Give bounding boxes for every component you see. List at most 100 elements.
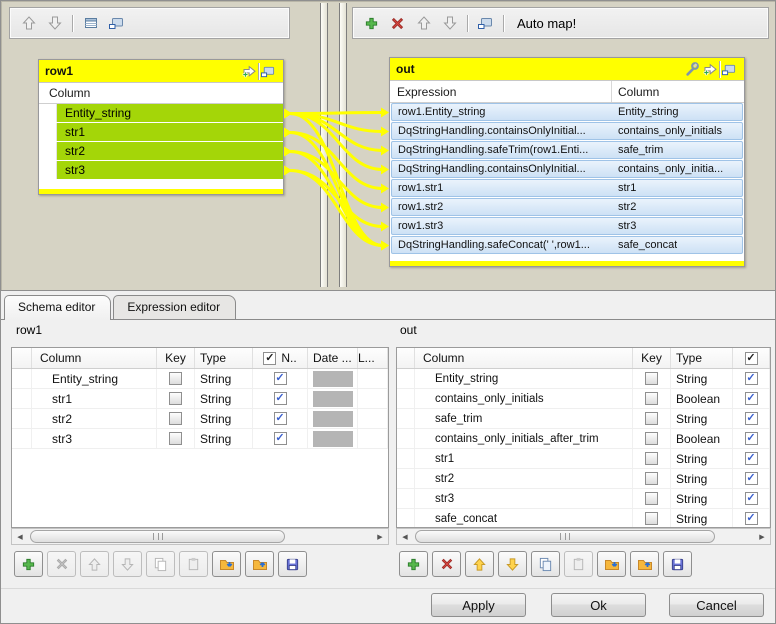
row1-entry-label[interactable]: str3	[57, 161, 283, 179]
expression-cell[interactable]: DqStringHandling.safeConcat(' ',row1...	[392, 239, 611, 251]
schema-row[interactable]: contains_only_initials_after_trim Boolea…	[397, 429, 770, 449]
scroll-right-icon[interactable]: ▶	[754, 529, 770, 544]
column-header[interactable]: Column	[415, 348, 633, 368]
key-header[interactable]: Key	[157, 348, 195, 368]
vertical-splitter[interactable]	[339, 3, 347, 287]
type-cell[interactable]: Boolean	[671, 429, 733, 448]
nullable-checkbox[interactable]	[745, 432, 758, 445]
cancel-button[interactable]: Cancel	[669, 593, 764, 617]
type-header[interactable]: Type	[195, 348, 253, 368]
out-mapping-row[interactable]: DqStringHandling.safeTrim(row1.Enti... s…	[391, 141, 743, 159]
key-checkbox[interactable]	[645, 492, 658, 505]
row1-entry[interactable]: str1	[39, 123, 283, 142]
horizontal-scrollbar[interactable]: ◀ ▶	[11, 528, 389, 545]
row1-entry-label[interactable]: Entity_string	[57, 104, 283, 122]
row1-entry[interactable]: str3	[39, 161, 283, 180]
expression-cell[interactable]: row1.str3	[392, 220, 611, 232]
key-checkbox[interactable]	[645, 452, 658, 465]
schema-row[interactable]: str2 String	[12, 409, 388, 429]
schema-row[interactable]: safe_trim String	[397, 409, 770, 429]
table-view-icon[interactable]	[82, 15, 99, 32]
column-cell[interactable]: str2	[415, 469, 633, 488]
nullable-header[interactable]: N..	[253, 348, 308, 368]
length-header[interactable]: L...	[358, 348, 388, 368]
key-checkbox[interactable]	[645, 432, 658, 445]
schema-row[interactable]: str1 String	[12, 389, 388, 409]
key-checkbox[interactable]	[169, 412, 182, 425]
nullable-checkbox[interactable]	[274, 392, 287, 405]
column-cell[interactable]: safe_concat	[611, 239, 677, 251]
minimize-window-icon[interactable]	[477, 15, 494, 32]
nullable-checkbox[interactable]	[274, 432, 287, 445]
key-header[interactable]: Key	[633, 348, 671, 368]
import-schema-button[interactable]	[245, 551, 274, 577]
ok-button[interactable]: Ok	[551, 593, 646, 617]
column-cell[interactable]: str1	[32, 389, 157, 408]
row1-entry[interactable]: Entity_string	[39, 104, 283, 123]
expression-cell[interactable]: row1.Entity_string	[392, 106, 611, 118]
auto-map-button[interactable]: Auto map!	[513, 14, 580, 33]
row1-entry-label[interactable]: str2	[57, 142, 283, 160]
key-checkbox[interactable]	[169, 432, 182, 445]
column-cell[interactable]: Entity_string	[32, 369, 157, 388]
column-cell[interactable]: str1	[611, 182, 636, 194]
expression-cell[interactable]: DqStringHandling.safeTrim(row1.Enti...	[392, 144, 611, 156]
type-cell[interactable]: String	[671, 409, 733, 428]
key-checkbox[interactable]	[169, 392, 182, 405]
out-mapping-row[interactable]: DqStringHandling.containsOnlyInitial... …	[391, 122, 743, 140]
expression-cell[interactable]: row1.str1	[392, 182, 611, 194]
column-cell[interactable]: contains_only_initials	[611, 125, 722, 137]
out-mapping-row[interactable]: DqStringHandling.safeConcat(' ',row1... …	[391, 236, 743, 254]
add-row-button[interactable]	[399, 551, 428, 577]
nullable-checkbox[interactable]	[274, 412, 287, 425]
column-cell[interactable]: Entity_string	[611, 106, 679, 118]
tab-expression-editor[interactable]: Expression editor	[113, 295, 236, 319]
scroll-right-icon[interactable]: ▶	[372, 529, 388, 544]
import-schema-button[interactable]	[630, 551, 659, 577]
type-cell[interactable]: String	[671, 469, 733, 488]
expression-cell[interactable]: DqStringHandling.containsOnlyInitial...	[392, 163, 611, 175]
date-pattern-header[interactable]: Date ...	[308, 348, 358, 368]
wrench-settings-icon[interactable]	[683, 60, 701, 78]
key-checkbox[interactable]	[169, 372, 182, 385]
type-cell[interactable]: Boolean	[671, 389, 733, 408]
column-cell[interactable]: str3	[415, 489, 633, 508]
minimize-window-icon[interactable]	[720, 60, 738, 78]
save-schema-button[interactable]	[278, 551, 307, 577]
horizontal-scrollbar[interactable]: ◀ ▶	[396, 528, 771, 545]
column-cell[interactable]: str3	[611, 220, 636, 232]
column-cell[interactable]: contains_only_initials_after_trim	[415, 429, 633, 448]
move-up-button[interactable]	[465, 551, 494, 577]
column-cell[interactable]: str2	[32, 409, 157, 428]
expression-cell[interactable]: DqStringHandling.containsOnlyInitial...	[392, 125, 611, 137]
type-cell[interactable]: String	[671, 509, 733, 528]
type-cell[interactable]: String	[671, 489, 733, 508]
column-cell[interactable]: contains_only_initia...	[611, 163, 723, 175]
nullable-checkbox[interactable]	[745, 492, 758, 505]
schema-row[interactable]: contains_only_initials Boolean	[397, 389, 770, 409]
out-mapping-row[interactable]: DqStringHandling.containsOnlyInitial... …	[391, 160, 743, 178]
scroll-left-icon[interactable]: ◀	[12, 529, 28, 544]
column-cell[interactable]: str1	[415, 449, 633, 468]
nullable-checkbox[interactable]	[745, 472, 758, 485]
key-checkbox[interactable]	[645, 412, 658, 425]
type-cell[interactable]: String	[195, 409, 253, 428]
nullable-checkbox[interactable]	[745, 392, 758, 405]
apply-button[interactable]: Apply	[431, 593, 526, 617]
out-mapping-row[interactable]: row1.str2 str2	[391, 198, 743, 216]
column-cell[interactable]: safe_trim	[415, 409, 633, 428]
column-header[interactable]: Column	[32, 348, 157, 368]
add-output-icon[interactable]	[363, 15, 380, 32]
nullable-checkbox[interactable]	[745, 372, 758, 385]
expression-cell[interactable]: row1.str2	[392, 201, 611, 213]
column-cell[interactable]: str2	[611, 201, 636, 213]
row1-entry[interactable]: str2	[39, 142, 283, 161]
nullable-all-checkbox[interactable]	[745, 352, 758, 365]
schema-row[interactable]: Entity_string String	[12, 369, 388, 389]
move-up-icon[interactable]	[20, 15, 37, 32]
nullable-checkbox[interactable]	[745, 412, 758, 425]
nullable-header[interactable]	[733, 348, 770, 368]
save-schema-button[interactable]	[663, 551, 692, 577]
tab-schema-editor[interactable]: Schema editor	[4, 295, 111, 320]
move-up-icon[interactable]	[415, 15, 432, 32]
